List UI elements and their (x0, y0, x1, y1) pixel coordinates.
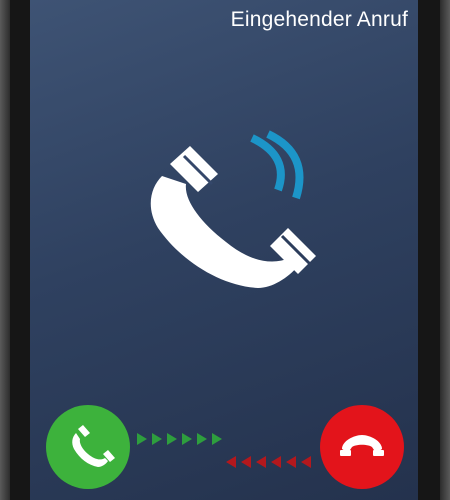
device-bezel-right (440, 0, 450, 500)
swipe-left-arrows (224, 453, 324, 471)
handset-body (150, 176, 298, 288)
phone-hangup-icon (320, 405, 404, 489)
incoming-call-screen: Eingehender Anruf (30, 0, 418, 500)
accept-call-button[interactable] (46, 405, 130, 489)
swipe-right-arrows (135, 430, 235, 448)
phone-device: Eingehender Anruf (0, 0, 450, 500)
ringing-phone-icon (140, 128, 320, 293)
ring-wave-inner (250, 134, 285, 192)
phone-accept-icon (46, 405, 130, 489)
decline-call-button[interactable] (320, 405, 404, 489)
device-bezel-left (0, 0, 10, 500)
call-status-title: Eingehender Anruf (230, 8, 408, 31)
